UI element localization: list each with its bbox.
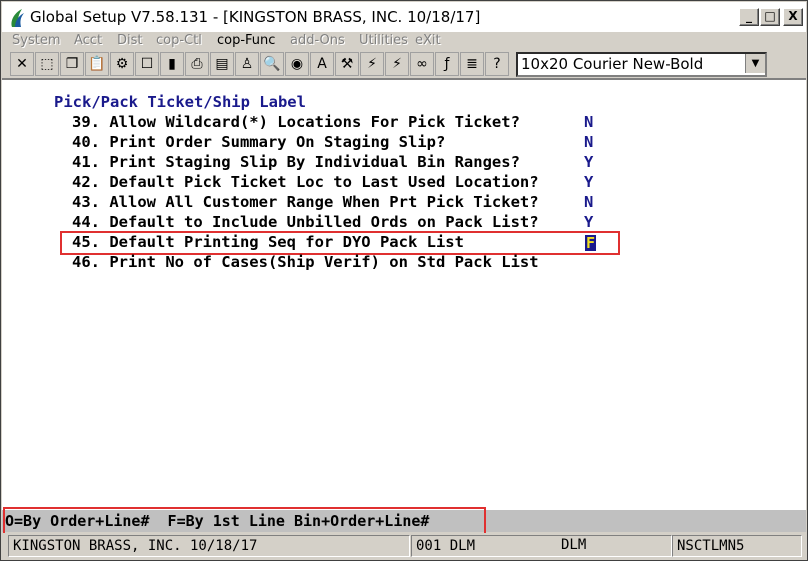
option-42-value[interactable]: Y — [584, 172, 593, 192]
database-icon[interactable]: ▮ — [160, 52, 184, 76]
lightning-icon[interactable]: ⚡ — [360, 52, 384, 76]
macro-icon[interactable]: ⚡ — [385, 52, 409, 76]
option-41-value[interactable]: Y — [584, 152, 593, 172]
properties-icon[interactable]: ☐ — [135, 52, 159, 76]
menu-cop-func[interactable]: cop-Func — [217, 32, 275, 49]
status-bar: KINGSTON BRASS, INC. 10/18/17 001 DLM DL… — [2, 533, 806, 559]
settings-icon[interactable]: ⚙ — [110, 52, 134, 76]
menu-acct[interactable]: Acct — [74, 32, 102, 49]
copy-icon[interactable]: ❐ — [60, 52, 84, 76]
link-icon[interactable]: ∞ — [410, 52, 434, 76]
menu-utilities[interactable]: Utilities — [359, 32, 408, 49]
tools-icon[interactable]: ⚒ — [335, 52, 359, 76]
menu-system[interactable]: System — [12, 32, 60, 49]
hint-highlight-box — [3, 507, 486, 535]
menu-dist[interactable]: Dist — [117, 32, 143, 49]
option-43-value[interactable]: N — [584, 192, 593, 212]
notes-icon[interactable]: ≣ — [460, 52, 484, 76]
font-select[interactable]: 10x20 Courier New-Bold ▼ — [516, 52, 767, 77]
minimize-button[interactable]: _ — [739, 8, 759, 26]
option-42-label: 42. Default Pick Ticket Loc to Last Used… — [72, 173, 539, 191]
chevron-down-icon[interactable]: ▼ — [745, 54, 765, 73]
globe-icon[interactable]: ◉ — [285, 52, 309, 76]
restore-button[interactable]: □ — [760, 8, 780, 26]
search-icon[interactable]: 🔍 — [260, 52, 284, 76]
select-icon[interactable]: ⬚ — [35, 52, 59, 76]
print-icon[interactable]: ⎙ — [185, 52, 209, 76]
option-39-label: 39. Allow Wildcard(*) Locations For Pick… — [72, 113, 520, 131]
user-icon[interactable]: ♙ — [235, 52, 259, 76]
option-41-label: 41. Print Staging Slip By Individual Bin… — [72, 153, 520, 171]
section-title: Pick/Pack Ticket/Ship Label — [54, 93, 306, 111]
help-icon[interactable]: ? — [485, 52, 509, 76]
close-button[interactable]: X — [783, 8, 803, 26]
option-44-label: 44. Default to Include Unbilled Ords on … — [72, 213, 539, 231]
menu-exit[interactable]: eXit — [415, 32, 441, 49]
report-icon[interactable]: ▤ — [210, 52, 234, 76]
app-window: Global Setup V7.58.131 - [KINGSTON BRASS… — [0, 0, 808, 561]
option-39-value[interactable]: N — [584, 112, 593, 132]
function-icon[interactable]: ƒ — [435, 52, 459, 76]
window-title: Global Setup V7.58.131 - [KINGSTON BRASS… — [30, 8, 481, 26]
option-45-value-input[interactable]: F — [585, 235, 596, 251]
status-company: KINGSTON BRASS, INC. 10/18/17 — [8, 535, 410, 557]
font-select-value: 10x20 Courier New-Bold — [521, 55, 704, 73]
option-43-label: 43. Allow All Customer Range When Prt Pi… — [72, 193, 539, 211]
menu-cop-ctl[interactable]: cop-Ctl — [156, 32, 202, 49]
option-44-value[interactable]: Y — [584, 212, 593, 232]
cut-icon[interactable]: ✕ — [10, 52, 34, 76]
option-40-label: 40. Print Order Summary On Staging Slip? — [72, 133, 446, 151]
status-program: NSCTLMN5 — [672, 535, 802, 557]
option-46-label: 46. Print No of Cases(Ship Verif) on Std… — [72, 253, 539, 271]
status-user: DLM — [561, 537, 587, 553]
app-logo-icon — [11, 9, 24, 27]
menu-bar: System Acct Dist cop-Ctl cop-Func add-On… — [2, 32, 806, 50]
font-icon[interactable]: A — [310, 52, 334, 76]
toolbar: ✕ ⬚ ❐ 📋 ⚙ ☐ ▮ ⎙ ▤ ♙ 🔍 ◉ A ⚒ ⚡ ⚡ ∞ ƒ ≣ ? … — [2, 50, 806, 79]
menu-add-ons[interactable]: add-Ons — [290, 32, 345, 49]
paste-icon[interactable]: 📋 — [85, 52, 109, 76]
title-bar: Global Setup V7.58.131 - [KINGSTON BRASS… — [2, 2, 806, 32]
terminal-screen: Pick/Pack Ticket/Ship Label 39. Allow Wi… — [2, 79, 806, 510]
option-40-value[interactable]: N — [584, 132, 593, 152]
